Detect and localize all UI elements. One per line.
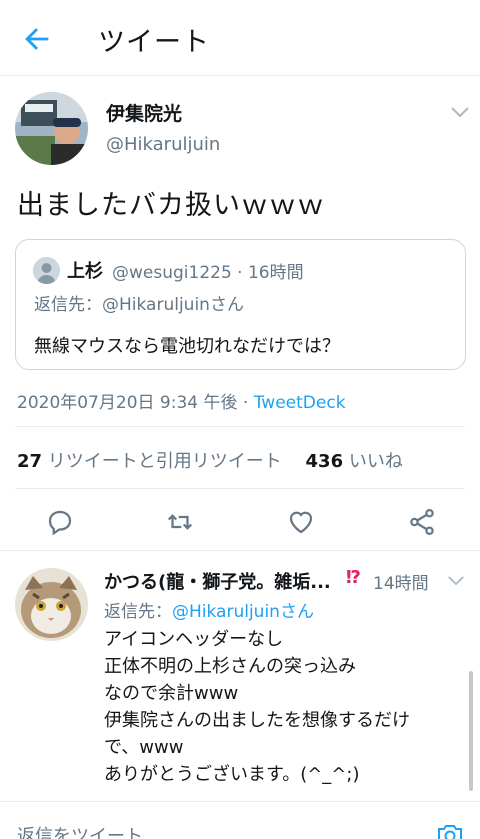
retweet-icon[interactable]	[165, 507, 195, 537]
reply-line: アイコンヘッダーなし	[104, 629, 284, 650]
divider	[15, 488, 465, 489]
reply-to: 返信先：@Hikaruljuinさん	[104, 597, 314, 622]
quoted-tweet[interactable]: 上杉 @wesugi1225 · 16時間 返信先：@Hikaruljuinさん…	[15, 239, 466, 370]
quote-author-name: 上杉	[67, 261, 103, 282]
reply-line: で、www	[104, 737, 184, 758]
timestamp-text: 2020年07月20日 9:34 午後 ·	[17, 393, 254, 413]
reply-time: 14時間	[373, 574, 429, 594]
divider	[15, 426, 465, 427]
tweet-stats: 27 リツイートと引用リツイート 436 いいね	[17, 447, 403, 473]
reply-line: 伊集院さんの出ましたを想像するだけ	[104, 710, 410, 731]
quote-text: 無線マウスなら電池切れなだけでは？	[34, 336, 340, 357]
reply-composer[interactable]: 返信をツイート	[0, 801, 480, 839]
reply-author-name[interactable]: かつる(龍・獅子党。雑垢...	[104, 568, 331, 594]
likes-count[interactable]: 436	[306, 451, 344, 472]
chevron-down-icon[interactable]	[447, 574, 465, 587]
author-name[interactable]: 伊集院光	[106, 99, 182, 126]
page-title: ツイート	[98, 27, 210, 58]
camera-icon[interactable]	[436, 822, 464, 839]
reply-text: アイコンヘッダーなし 正体不明の上杉さんの突っ込み なので余計www 伊集院さん…	[104, 626, 410, 788]
tweet-actions	[0, 497, 480, 557]
quote-reply-to: 返信先：@Hikaruljuinさん	[34, 295, 244, 315]
reply-line: ありがとうございます。(^_^;)	[104, 764, 360, 785]
back-arrow-icon[interactable]	[20, 22, 54, 56]
app-header: ツイート	[0, 0, 480, 76]
reply-emoji-badge: ⁉	[346, 567, 361, 588]
chevron-down-icon[interactable]	[450, 105, 470, 119]
reply-avatar[interactable]	[15, 568, 88, 641]
reply-line: なので余計www	[104, 683, 239, 704]
likes-label[interactable]: いいね	[349, 451, 403, 472]
like-heart-icon[interactable]	[286, 507, 316, 537]
retweets-label[interactable]: リツイートと引用リツイート	[48, 451, 282, 472]
scrollbar[interactable]	[469, 671, 473, 791]
reply-mention-link[interactable]: @Hikaruljuinさん	[172, 602, 314, 622]
author-handle[interactable]: @Hikaruljuin	[106, 134, 220, 155]
quote-meta: @wesugi1225 · 16時間	[112, 263, 304, 283]
source-link[interactable]: TweetDeck	[254, 393, 346, 413]
tweet-timestamp: 2020年07月20日 9:34 午後 · TweetDeck	[17, 388, 346, 413]
quote-avatar	[33, 257, 60, 284]
reply-input[interactable]: 返信をツイート	[17, 822, 143, 839]
avatar[interactable]	[15, 92, 88, 165]
tweet-text: 出ましたバカ扱いｗｗｗ	[17, 190, 325, 221]
reply-icon[interactable]	[45, 507, 75, 537]
reply-to-prefix: 返信先：	[104, 602, 172, 622]
retweets-count[interactable]: 27	[17, 451, 42, 472]
reply-tweet[interactable]: かつる(龍・獅子党。雑垢... ⁉ 14時間 返信先：@Hikaruljuinさ…	[0, 551, 480, 801]
share-icon[interactable]	[407, 507, 437, 537]
reply-line: 正体不明の上杉さんの突っ込み	[104, 656, 356, 677]
